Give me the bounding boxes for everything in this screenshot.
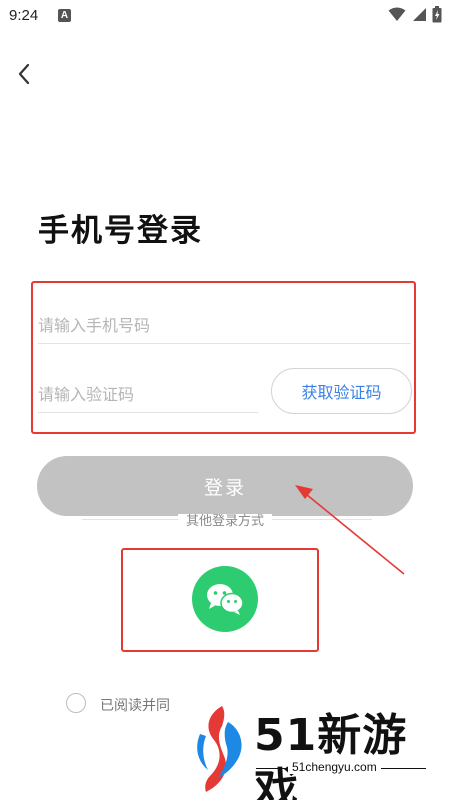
back-button[interactable] [10, 60, 38, 88]
notification-icon: A [58, 9, 71, 22]
status-bar: 9:24 A [0, 0, 450, 34]
wechat-login-button[interactable] [192, 566, 258, 632]
verification-code-input[interactable] [38, 376, 258, 413]
watermark: 51新游戏 51chengyu.com [188, 700, 450, 800]
status-icons [388, 6, 442, 23]
watermark-url: 51chengyu.com [288, 760, 381, 774]
get-code-button[interactable]: 获取验证码 [271, 368, 412, 414]
phone-input[interactable] [38, 308, 411, 344]
watermark-brand: 51新游戏 [254, 710, 408, 800]
agreement-radio[interactable] [66, 693, 86, 713]
agreement-text: 已阅读并同 [100, 698, 170, 714]
other-login-label: 其他登录方式 [0, 510, 450, 529]
status-time: 9:24 [9, 7, 39, 24]
other-login-text: 其他登录方式 [177, 514, 272, 529]
signal-icon [413, 8, 426, 21]
login-button[interactable]: 登录 [37, 456, 413, 516]
watermark-logo-icon [197, 706, 242, 792]
page-title: 手机号登录 [38, 213, 203, 249]
wifi-icon [388, 7, 406, 21]
chevron-left-icon [18, 63, 30, 85]
battery-icon [432, 6, 442, 23]
wechat-icon [207, 584, 244, 615]
